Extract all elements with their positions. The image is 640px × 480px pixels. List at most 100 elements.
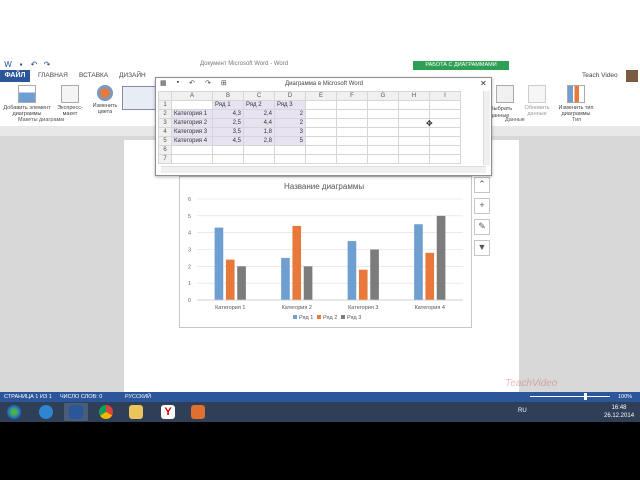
cell[interactable]: 2 — [274, 118, 306, 128]
word-icon[interactable]: W — [4, 61, 12, 69]
cell[interactable] — [305, 118, 337, 128]
row-header[interactable]: 4 — [158, 127, 172, 137]
cell[interactable] — [398, 127, 430, 137]
change-chart-type-button[interactable]: Изменить тип диаграммы — [556, 85, 596, 117]
save-icon[interactable]: ▪ — [17, 61, 25, 69]
column-header[interactable]: I — [429, 91, 461, 101]
cell[interactable]: Ряд 3 — [274, 100, 306, 110]
cell[interactable] — [398, 109, 430, 119]
cell[interactable] — [336, 118, 368, 128]
cell[interactable]: 4,3 — [212, 109, 244, 119]
cell[interactable] — [336, 145, 368, 155]
cell[interactable] — [274, 145, 306, 155]
column-header[interactable]: E — [305, 91, 337, 101]
cell[interactable]: Категория 1 — [171, 109, 213, 119]
chart-title[interactable]: Название диаграммы — [284, 182, 364, 191]
cell[interactable] — [367, 145, 399, 155]
avatar[interactable] — [626, 70, 638, 82]
legend-label[interactable]: Ряд 1 — [299, 315, 313, 321]
cell[interactable] — [367, 136, 399, 146]
cell[interactable] — [305, 100, 337, 110]
bar[interactable] — [414, 224, 423, 300]
layout-options-icon[interactable]: ⌃ — [474, 177, 490, 193]
cell[interactable] — [305, 136, 337, 146]
cell[interactable] — [367, 154, 399, 164]
legend-label[interactable]: Ряд 2 — [323, 315, 337, 321]
cell[interactable]: 2,8 — [243, 136, 275, 146]
taskbar-yandex[interactable]: Y — [156, 403, 180, 421]
cell[interactable] — [429, 109, 461, 119]
cell[interactable] — [212, 154, 244, 164]
column-header[interactable]: G — [367, 91, 399, 101]
zoom-slider[interactable] — [530, 396, 610, 397]
undo-icon[interactable]: ↶ — [189, 79, 195, 87]
legend-label[interactable]: Ряд 3 — [347, 315, 361, 321]
tab-insert[interactable]: ВСТАВКА — [79, 72, 108, 79]
bar[interactable] — [292, 225, 302, 300]
bar[interactable] — [370, 249, 379, 301]
cell[interactable] — [305, 127, 337, 137]
cell[interactable] — [336, 127, 368, 137]
cell[interactable] — [398, 100, 430, 110]
cell[interactable] — [429, 154, 461, 164]
column-header[interactable]: F — [336, 91, 368, 101]
cell[interactable]: Категория 3 — [171, 127, 213, 137]
column-header[interactable]: C — [243, 91, 275, 101]
cell[interactable]: 2 — [274, 109, 306, 119]
bar[interactable] — [358, 269, 368, 300]
column-header[interactable] — [158, 91, 172, 101]
tab-file[interactable]: ФАЙЛ — [0, 70, 30, 82]
tab-home[interactable]: ГЛАВНАЯ — [38, 72, 68, 79]
column-header[interactable]: A — [171, 91, 213, 101]
tab-design[interactable]: ДИЗАЙН — [119, 72, 146, 79]
bar[interactable] — [214, 227, 224, 300]
cell[interactable] — [336, 100, 368, 110]
redo-icon[interactable]: ↷ — [205, 79, 211, 87]
cell[interactable] — [398, 154, 430, 164]
column-header[interactable]: B — [212, 91, 244, 101]
row-header[interactable]: 7 — [158, 154, 172, 164]
add-element-plus-icon[interactable]: + — [474, 198, 490, 214]
cell[interactable] — [429, 127, 461, 137]
taskbar-ie[interactable] — [34, 403, 58, 421]
express-layout-button[interactable]: Экспресс-макет — [54, 85, 86, 117]
cell[interactable]: 1,8 — [243, 127, 275, 137]
cell[interactable]: 2,4 — [243, 109, 275, 119]
cell[interactable]: 3,5 — [212, 127, 244, 137]
start-button[interactable] — [2, 403, 26, 421]
cell[interactable] — [429, 118, 461, 128]
cell[interactable] — [367, 109, 399, 119]
cell[interactable]: Категория 2 — [171, 118, 213, 128]
cell[interactable] — [398, 136, 430, 146]
cell[interactable]: Ряд 1 — [212, 100, 244, 110]
refresh-data-button[interactable]: Обновить данные — [522, 85, 552, 117]
cell[interactable] — [243, 154, 275, 164]
cell[interactable] — [367, 118, 399, 128]
user-name[interactable]: Teach Video — [582, 72, 618, 79]
horizontal-scrollbar[interactable] — [161, 166, 486, 173]
bar[interactable] — [425, 252, 435, 300]
cell[interactable] — [336, 154, 368, 164]
cell[interactable]: 3 — [274, 127, 306, 137]
cell[interactable] — [305, 109, 337, 119]
close-icon[interactable]: ✕ — [480, 79, 487, 88]
vertical-scrollbar[interactable] — [483, 91, 490, 165]
taskbar-explorer[interactable] — [124, 403, 148, 421]
cell[interactable]: Категория 4 — [171, 136, 213, 146]
cell[interactable]: 5 — [274, 136, 306, 146]
chart[interactable]: Название диаграммы 0 1 2 3 4 5 6 Категория 1 Ка… — [179, 176, 470, 326]
cell[interactable] — [398, 145, 430, 155]
word-count[interactable]: ЧИСЛО СЛОВ: 0 — [60, 394, 102, 400]
clock[interactable]: 16:48 26.12.2014 — [604, 404, 634, 420]
bar[interactable] — [347, 241, 357, 300]
row-header[interactable]: 3 — [158, 118, 172, 128]
taskbar-word[interactable] — [64, 403, 88, 421]
cell[interactable] — [171, 154, 213, 164]
change-colors-button[interactable]: Изменить цвета — [90, 85, 120, 115]
cell[interactable] — [212, 145, 244, 155]
undo-icon[interactable]: ↶ — [30, 61, 38, 69]
redo-icon[interactable]: ↷ — [43, 61, 51, 69]
taskbar-player[interactable] — [186, 403, 210, 421]
taskbar-chrome[interactable] — [94, 403, 118, 421]
excel-icon[interactable]: ⊞ — [221, 79, 227, 87]
